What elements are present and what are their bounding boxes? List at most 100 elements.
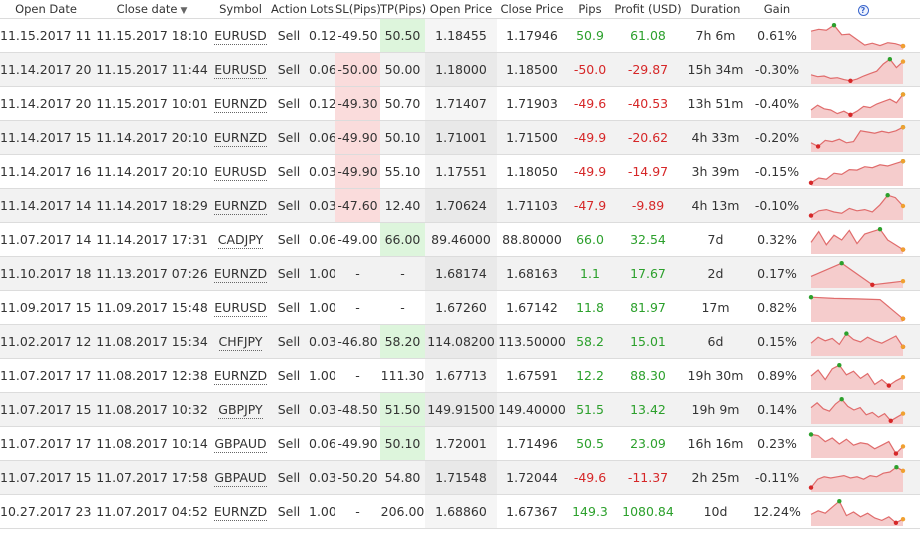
col-header-profit[interactable]: Profit (USD) [613,0,683,19]
open-date-cell: 11.14.2017 20:09 [0,86,92,121]
col-header-open-price-label: Open Price [429,2,493,16]
table-row[interactable]: 11.14.2017 15:3611.14.2017 20:10EURNZDSe… [0,120,920,155]
table-row[interactable]: 10.27.2017 23:3411.07.2017 04:52EURNZDSe… [0,494,920,529]
table-row[interactable]: 11.07.2017 17:0811.08.2017 12:38EURNZDSe… [0,358,920,393]
open-date-cell: 11.02.2017 12:02 [0,324,92,359]
col-header-symbol[interactable]: Symbol [212,0,269,19]
col-header-close-price[interactable]: Close Price [497,0,567,19]
open-price-cell: 1.71548 [425,460,497,495]
table-row[interactable]: 11.15.2017 11:0311.15.2017 18:10EURUSDSe… [0,18,920,53]
col-header-pips[interactable]: Pips [567,0,613,19]
profit-cell: 23.09 [613,426,683,461]
symbol-link[interactable]: GBPAUD [214,436,267,453]
gain-cell: -0.11% [748,460,806,495]
action-cell: Sell [269,154,309,189]
symbol-link[interactable]: GBPJPY [218,402,263,419]
lots-cell: 0.06 [309,120,335,155]
open-price-cell: 1.70624 [425,188,497,223]
col-header-close-date[interactable]: Close date ▼ [92,0,212,19]
col-header-gain[interactable]: Gain [748,0,806,19]
table-row[interactable]: 11.07.2017 17:5711.08.2017 10:14GBPAUDSe… [0,426,920,461]
pips-cell: -49.9 [567,154,613,189]
table-row[interactable]: 11.14.2017 20:0911.15.2017 11:44EURUSDSe… [0,52,920,87]
close-price-cell: 149.40000 [497,392,567,427]
col-header-sl[interactable]: SL(Pips) [335,0,381,19]
sparkline-high-marker [894,464,899,469]
lots-cell: 0.12 [309,86,335,121]
symbol-link[interactable]: EURNZD [213,266,268,283]
symbol-link[interactable]: EURUSD [214,62,267,79]
symbol-link[interactable]: GBPAUD [214,470,267,487]
sparkline-cell [806,426,920,461]
table-row[interactable]: 11.07.2017 15:3211.07.2017 17:58GBPAUDSe… [0,460,920,495]
col-header-duration[interactable]: Duration [683,0,748,19]
table-row[interactable]: 11.07.2017 15:2211.08.2017 10:32 GBPJPY Se… [0,392,920,427]
profit-sparkline [810,91,906,118]
col-header-open-date-label: Open Date [15,2,77,16]
tp-cell: 58.20 [380,324,425,359]
sparkline-end-marker [900,246,906,252]
table-row[interactable]: 11.14.2017 20:0911.15.2017 10:01EURNZDSe… [0,86,920,121]
col-header-action[interactable]: Action [269,0,309,19]
pips-cell: -47.9 [567,188,613,223]
sparkline-high-marker [877,226,883,231]
duration-cell: 7h 6m [683,18,748,53]
col-header-profit-label: Profit (USD) [614,2,682,16]
pips-cell: 50.5 [567,426,613,461]
symbol-link[interactable]: EURUSD [214,300,267,317]
tp-cell: 206.00 [380,494,425,529]
sparkline-low-marker [808,180,814,185]
symbol-cell: EURNZD [212,358,269,393]
table-row[interactable]: 11.10.2017 18:4911.13.2017 07:26EURNZDSe… [0,256,920,291]
symbol-link[interactable]: EURUSD [214,28,267,45]
symbol-link[interactable]: CADJPY [217,232,264,249]
col-header-info[interactable]: ? [806,0,920,19]
symbol-link[interactable]: EURNZD [213,198,268,215]
table-row[interactable]: 11.07.2017 14:4111.14.2017 17:31 CADJPY Se… [0,222,920,257]
open-date-cell: 11.07.2017 15:22 [0,392,92,427]
symbol-link[interactable]: EURUSD [214,164,267,181]
sparkline-cell [806,358,920,393]
profit-cell: -20.62 [613,120,683,155]
symbol-link[interactable]: EURNZD [213,130,268,147]
sparkline-area [811,58,903,84]
open-date-cell: 11.07.2017 14:41 [0,222,92,257]
lots-cell: 1.00 [309,256,335,291]
info-icon[interactable]: ? [857,5,869,16]
table-row[interactable]: 11.09.2017 15:3011.09.2017 15:48EURUSDSe… [0,290,920,325]
open-price-cell: 1.72001 [425,426,497,461]
action-cell: Sell [269,324,309,359]
sparkline-low-marker [848,112,853,117]
col-header-lots[interactable]: Lots [309,0,335,19]
col-header-open-price[interactable]: Open Price [425,0,497,19]
profit-cell: 81.97 [613,290,683,325]
symbol-link[interactable]: CHFJPY [218,334,263,351]
symbol-cell: EURNZD [212,188,269,223]
col-header-duration-label: Duration [690,2,741,16]
sparkline-low-marker [893,520,899,525]
pips-cell: 66.0 [567,222,613,257]
col-header-open-date[interactable]: Open Date [0,0,92,19]
symbol-cell: GBPJPY [212,392,269,427]
col-header-tp[interactable]: TP(Pips) [380,0,426,19]
symbol-link[interactable]: EURNZD [213,368,268,385]
sparkline-area [811,24,903,50]
duration-cell: 16h 16m [683,426,748,461]
sparkline-end-marker [900,43,906,48]
sparkline-high-marker [808,294,814,299]
action-cell: Sell [269,358,309,393]
table-row[interactable]: 11.14.2017 14:1611.14.2017 18:29EURNZDSe… [0,188,920,223]
sl-cell: -49.00 [335,222,380,257]
col-header-sl-label: SL(Pips) [335,2,381,16]
open-price-cell: 1.71001 [425,120,497,155]
table-row[interactable]: 11.14.2017 16:3011.14.2017 20:10EURUSDSe… [0,154,920,189]
table-row[interactable]: 11.02.2017 12:0211.08.2017 15:34 CHFJPY Se… [0,324,920,359]
gain-cell: 0.32% [748,222,806,257]
sl-cell: - [335,494,380,529]
pips-cell: 149.3 [567,494,613,529]
gain-cell: -0.10% [748,188,806,223]
symbol-link[interactable]: EURNZD [213,504,268,521]
open-price-cell: 89.46000 [425,222,497,257]
close-date-cell: 11.08.2017 15:34 [92,324,212,359]
symbol-link[interactable]: EURNZD [213,96,268,113]
